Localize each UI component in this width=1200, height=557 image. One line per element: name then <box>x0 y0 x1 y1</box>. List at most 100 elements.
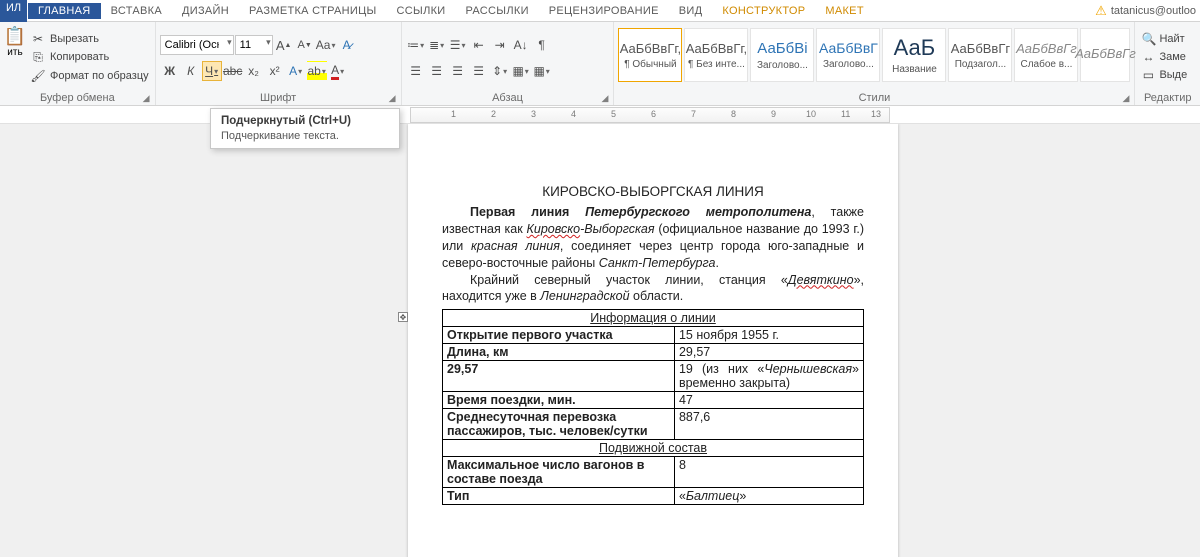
subscript-button[interactable]: x₂ <box>244 61 264 81</box>
style-heading2[interactable]: АаБбВвГЗаголово... <box>816 28 880 82</box>
replace-icon: ↔ <box>1141 50 1155 64</box>
tab-layout[interactable]: РАЗМЕТКА СТРАНИЦЫ <box>239 3 387 19</box>
doc-title[interactable]: КИРОВСКО-ВЫБОРГСКАЯ ЛИНИЯ <box>442 184 864 199</box>
align-left-button[interactable]: ☰ <box>406 61 426 81</box>
table-row: Максимальное число вагонов в составе пое… <box>443 457 864 488</box>
superscript-button[interactable]: x² <box>265 61 285 81</box>
document-canvas[interactable]: КИРОВСКО-ВЫБОРГСКАЯ ЛИНИЯ Первая линия П… <box>0 124 1200 557</box>
sort-button[interactable]: A↓ <box>511 35 531 55</box>
increase-indent-button[interactable]: ⇥ <box>490 35 510 55</box>
user-name: tatanicus@outloo <box>1111 5 1196 17</box>
show-marks-button[interactable]: ¶ <box>532 35 552 55</box>
table-row: Время поездки, мин.47 <box>443 392 864 409</box>
tab-design[interactable]: ДИЗАЙН <box>172 3 239 19</box>
paragraph-launcher[interactable]: ◢ <box>601 93 611 103</box>
tab-home[interactable]: ГЛАВНАЯ <box>28 3 101 19</box>
style-heading1[interactable]: АаБбВіЗаголово... <box>750 28 814 82</box>
ribbon: 📋 ить ✂Вырезать ⎘Копировать 🖌Формат по о… <box>0 22 1200 106</box>
copy-button[interactable]: ⎘Копировать <box>28 49 151 66</box>
font-color-button[interactable]: A <box>328 61 348 81</box>
table-header-1[interactable]: Информация о линии <box>443 310 864 327</box>
style-no-spacing[interactable]: АаБбВвГг,¶ Без инте... <box>684 28 748 82</box>
clipboard-icon: 📋 <box>4 26 26 47</box>
style-normal[interactable]: АаБбВвГг,¶ Обычный <box>618 28 682 82</box>
group-label-font: Шрифт <box>160 90 397 105</box>
clipboard-launcher[interactable]: ◢ <box>143 93 153 103</box>
table-row: Среднесуточная перевозка пассажиров, тыс… <box>443 409 864 440</box>
group-clipboard: 📋 ить ✂Вырезать ⎘Копировать 🖌Формат по о… <box>0 22 156 105</box>
style-more[interactable]: АаБбВвГг <box>1080 28 1130 82</box>
tab-insert[interactable]: ВСТАВКА <box>101 3 172 19</box>
group-label-paragraph: Абзац <box>406 90 610 105</box>
copy-icon: ⎘ <box>30 50 46 65</box>
align-center-button[interactable]: ☰ <box>427 61 447 81</box>
style-title[interactable]: АаБНазвание <box>882 28 946 82</box>
paste-button[interactable]: 📋 ить <box>4 24 26 90</box>
grow-font-button[interactable]: A▲ <box>274 35 294 55</box>
group-label-styles: Стили <box>618 90 1130 105</box>
tooltip-body: Подчеркивание текста. <box>221 130 389 142</box>
tab-constructor[interactable]: КОНСТРУКТОР <box>712 3 815 19</box>
style-subtitle[interactable]: АаБбВвГгПодзагол... <box>948 28 1012 82</box>
font-launcher[interactable]: ◢ <box>389 93 399 103</box>
doc-paragraph-2[interactable]: Крайний северный участок линии, станция … <box>442 272 864 306</box>
underline-tooltip: Подчеркнутый (Ctrl+U) Подчеркивание текс… <box>210 108 400 149</box>
align-justify-button[interactable]: ☰ <box>469 61 489 81</box>
user-account[interactable]: ⚠ tatanicus@outloo <box>1095 3 1200 19</box>
replace-button[interactable]: ↔Заме <box>1139 49 1189 65</box>
text-effects-button[interactable]: A <box>286 61 306 81</box>
shrink-font-button[interactable]: A▼ <box>295 35 315 55</box>
table-header-2[interactable]: Подвижной состав <box>443 440 864 457</box>
warning-icon: ⚠ <box>1095 3 1107 19</box>
table-row: 29,5719 (из них «Чернышевская» временно … <box>443 361 864 392</box>
style-subtle[interactable]: АаБбВвГгСлабое в... <box>1014 28 1078 82</box>
tooltip-title: Подчеркнутый (Ctrl+U) <box>221 115 389 127</box>
shading-button[interactable]: ▦ <box>511 61 531 81</box>
tab-review[interactable]: РЕЦЕНЗИРОВАНИЕ <box>539 3 669 19</box>
search-icon: 🔍 <box>1141 32 1155 46</box>
clear-formatting-button[interactable]: A̷ <box>337 35 357 55</box>
doc-paragraph-1[interactable]: Первая линия Петербургского метрополитен… <box>442 204 864 272</box>
find-button[interactable]: 🔍Найт <box>1139 31 1189 47</box>
change-case-button[interactable]: Aa <box>316 35 336 55</box>
ruler-bar: 1 2 3 4 5 6 7 8 9 10 11 13 <box>0 106 1200 124</box>
underline-button[interactable]: Ч <box>202 61 222 81</box>
bullets-button[interactable]: ≔ <box>406 35 426 55</box>
tab-references[interactable]: ССЫЛКИ <box>387 3 456 19</box>
multilevel-button[interactable]: ☰ <box>448 35 468 55</box>
tab-view[interactable]: ВИД <box>669 3 713 19</box>
font-name-input[interactable] <box>160 35 234 55</box>
cursor-icon: ▭ <box>1141 68 1155 82</box>
align-right-button[interactable]: ☰ <box>448 61 468 81</box>
highlight-button[interactable]: ab <box>307 61 327 81</box>
table-row: Открытие первого участка15 ноября 1955 г… <box>443 327 864 344</box>
group-editing: 🔍Найт ↔Заме ▭Выде Редактир <box>1135 22 1200 105</box>
font-size-combo[interactable] <box>235 35 273 55</box>
doc-table[interactable]: Информация о линии Открытие первого учас… <box>442 309 864 505</box>
decrease-indent-button[interactable]: ⇤ <box>469 35 489 55</box>
scissors-icon: ✂ <box>30 32 46 46</box>
app-label: ИЛ <box>0 0 27 22</box>
select-button[interactable]: ▭Выде <box>1139 67 1189 83</box>
styles-launcher[interactable]: ◢ <box>1122 93 1132 103</box>
tab-mailings[interactable]: РАССЫЛКИ <box>456 3 539 19</box>
table-row: Длина, км29,57 <box>443 344 864 361</box>
italic-button[interactable]: К <box>181 61 201 81</box>
format-painter-button[interactable]: 🖌Формат по образцу <box>28 68 151 84</box>
font-size-input[interactable] <box>235 35 273 55</box>
cut-button[interactable]: ✂Вырезать <box>28 31 151 47</box>
brush-icon: 🖌 <box>30 69 46 83</box>
table-move-handle[interactable]: ✥ <box>398 312 408 322</box>
group-styles: АаБбВвГг,¶ Обычный АаБбВвГг,¶ Без инте..… <box>614 22 1135 105</box>
numbering-button[interactable]: ≣ <box>427 35 447 55</box>
tab-table-layout[interactable]: МАКЕТ <box>815 3 873 19</box>
font-name-combo[interactable] <box>160 35 234 55</box>
line-spacing-button[interactable]: ⇕ <box>490 61 510 81</box>
styles-gallery[interactable]: АаБбВвГг,¶ Обычный АаБбВвГг,¶ Без инте..… <box>618 24 1130 90</box>
strikethrough-button[interactable]: abc <box>223 61 243 81</box>
page[interactable]: КИРОВСКО-ВЫБОРГСКАЯ ЛИНИЯ Первая линия П… <box>408 124 898 557</box>
borders-button[interactable]: ▦ <box>532 61 552 81</box>
group-label-clipboard: Буфер обмена <box>4 90 151 105</box>
horizontal-ruler[interactable]: 1 2 3 4 5 6 7 8 9 10 11 13 <box>410 107 890 123</box>
bold-button[interactable]: Ж <box>160 61 180 81</box>
